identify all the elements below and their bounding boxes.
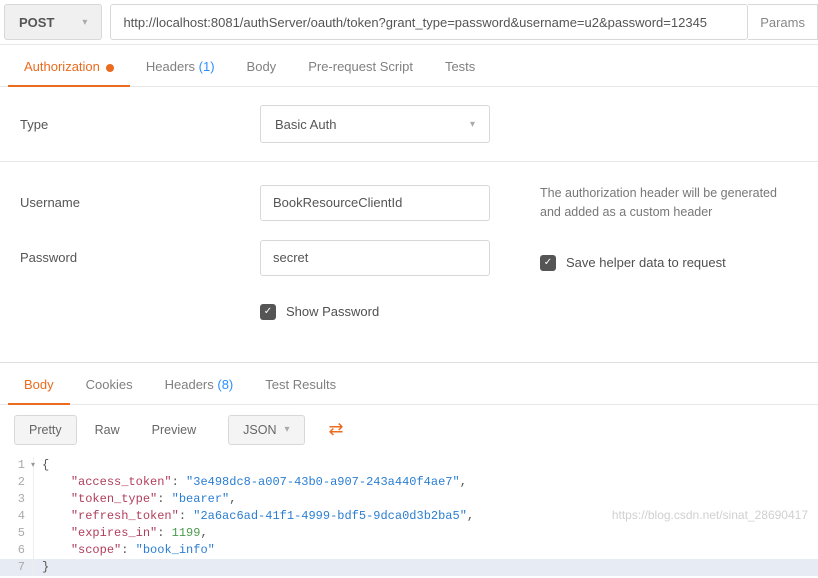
response-toolbar: Pretty Raw Preview JSON ▾ ⇄ [0,405,818,455]
raw-button[interactable]: Raw [81,416,134,444]
password-label: Password [20,250,260,265]
tab-headers[interactable]: Headers (1) [130,45,231,86]
resp-headers-count: (8) [217,377,233,392]
username-input[interactable] [260,185,490,221]
format-label: JSON [243,423,276,437]
chevron-down-icon: ▾ [284,424,289,435]
show-password-label: Show Password [286,304,379,319]
auth-type-select[interactable]: Basic Auth ▾ [260,105,490,143]
save-helper-checkbox[interactable]: ✓ [540,255,556,271]
response-tabs: Body Cookies Headers (8) Test Results [0,363,818,405]
chevron-down-icon: ▾ [82,17,87,28]
preview-button[interactable]: Preview [138,416,210,444]
save-helper-label: Save helper data to request [566,255,726,270]
tab-authorization[interactable]: Authorization [8,45,130,86]
request-bar: POST ▾ Params [0,0,818,45]
headers-count: (1) [199,59,215,74]
tab-tests[interactable]: Tests [429,45,491,86]
chevron-down-icon: ▾ [470,119,475,130]
tab-authorization-label: Authorization [24,59,100,74]
format-select[interactable]: JSON ▾ [228,415,304,445]
username-label: Username [20,195,260,210]
authorization-panel: Type Basic Auth ▾ Username The authoriza… [0,87,818,356]
resp-tab-headers[interactable]: Headers (8) [149,363,250,404]
method-select[interactable]: POST ▾ [4,4,102,40]
show-password-row: ✓ Show Password [260,304,490,320]
resp-headers-label: Headers [165,377,214,392]
show-password-checkbox[interactable]: ✓ [260,304,276,320]
divider [0,161,818,162]
type-label: Type [20,117,260,132]
url-input[interactable] [110,4,748,40]
password-input[interactable] [260,240,490,276]
resp-tab-test-results[interactable]: Test Results [249,363,352,404]
tab-headers-label: Headers [146,59,195,74]
save-helper-row: ✓ Save helper data to request [540,255,798,271]
tab-body[interactable]: Body [231,45,293,86]
resp-tab-cookies[interactable]: Cookies [70,363,149,404]
method-label: POST [19,15,54,30]
pretty-button[interactable]: Pretty [14,415,77,445]
wrap-lines-icon[interactable]: ⇄ [323,415,350,444]
response-body[interactable]: 1▾{ 2 "access_token": "3e498dc8-a007-43b… [0,455,818,578]
resp-tab-body[interactable]: Body [8,363,70,404]
auth-type-value: Basic Auth [275,117,336,132]
params-button[interactable]: Params [748,4,818,40]
fold-icon[interactable]: ▾ [31,457,35,474]
modified-dot-icon [106,64,114,72]
help-text: The authorization header will be generat… [540,184,798,222]
tab-prerequest[interactable]: Pre-request Script [292,45,429,86]
response-section: Body Cookies Headers (8) Test Results Pr… [0,362,818,578]
request-tabs: Authorization Headers (1) Body Pre-reque… [0,45,818,87]
